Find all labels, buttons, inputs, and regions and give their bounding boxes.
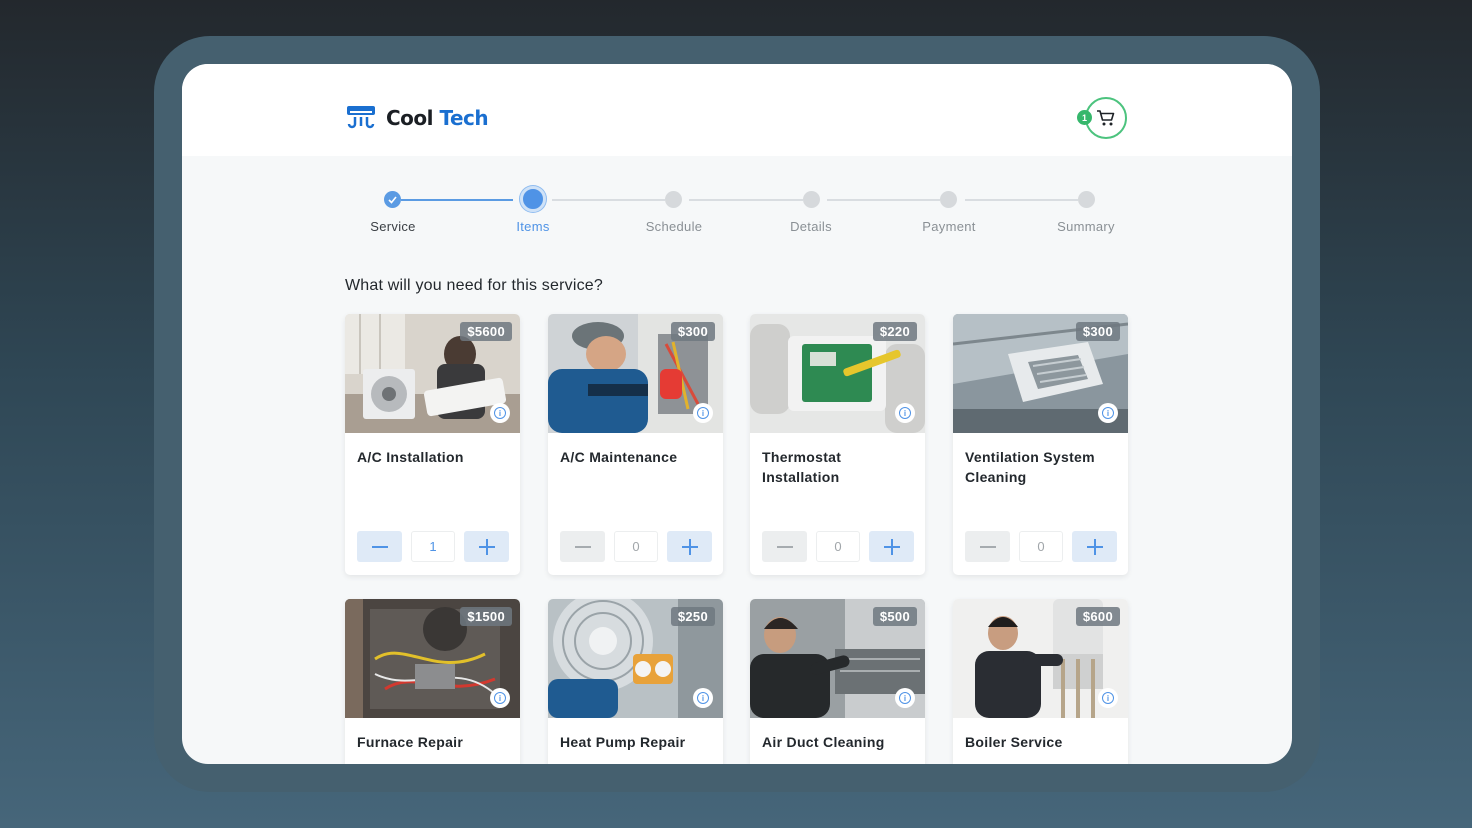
progress-stepper: Service Items Schedule Details Payment S… xyxy=(182,184,1292,244)
step-items-label[interactable]: Items xyxy=(473,219,593,234)
info-button[interactable]: i xyxy=(490,403,510,423)
quantity-value[interactable]: 0 xyxy=(816,531,860,562)
price-badge: $1500 xyxy=(460,607,512,626)
service-title: Ventilation System Cleaning xyxy=(965,449,1095,485)
service-title: Furnace Repair xyxy=(357,734,464,750)
quantity-stepper: 0 xyxy=(560,531,712,562)
decrease-button[interactable] xyxy=(357,531,402,562)
service-title: Thermostat Installation xyxy=(762,449,842,485)
cart-button[interactable]: 1 xyxy=(1077,97,1127,139)
minus-icon xyxy=(979,545,996,548)
info-button[interactable]: i xyxy=(1098,688,1118,708)
decrease-button[interactable] xyxy=(965,531,1010,562)
info-icon: i xyxy=(697,692,709,704)
step-payment-label[interactable]: Payment xyxy=(889,219,1009,234)
price-badge: $300 xyxy=(670,322,715,341)
service-card-ac-installation[interactable]: $5600 i A/C Installation 1 xyxy=(345,314,520,575)
ac-unit-icon xyxy=(347,106,375,129)
info-icon: i xyxy=(1102,407,1114,419)
check-icon xyxy=(388,195,397,204)
price-badge: $220 xyxy=(872,322,917,341)
app-screen: Cool Tech 1 Service Items Schedule Detai… xyxy=(182,64,1292,764)
step-schedule-dot[interactable] xyxy=(665,191,682,208)
info-icon: i xyxy=(899,407,911,419)
price-badge: $300 xyxy=(1075,322,1120,341)
brand-name: Cool Tech xyxy=(386,106,489,130)
cart-icon xyxy=(1097,110,1115,126)
increase-button[interactable] xyxy=(869,531,914,562)
step-summary-label[interactable]: Summary xyxy=(1026,219,1146,234)
service-card-furnace-repair[interactable]: $1500 i Furnace Repair xyxy=(345,599,520,764)
step-connector xyxy=(401,199,513,201)
quantity-stepper: 0 xyxy=(762,531,914,562)
increase-button[interactable] xyxy=(667,531,712,562)
price-badge: $250 xyxy=(670,607,715,626)
service-title: A/C Maintenance xyxy=(560,449,678,465)
step-payment-dot[interactable] xyxy=(940,191,957,208)
step-connector xyxy=(965,199,1078,201)
plus-icon xyxy=(681,538,698,555)
cart-count-badge: 1 xyxy=(1077,110,1092,125)
increase-button[interactable] xyxy=(1072,531,1117,562)
step-details-label[interactable]: Details xyxy=(751,219,871,234)
service-card-heat-pump-repair[interactable]: $250 i Heat Pump Repair xyxy=(548,599,723,764)
info-button[interactable]: i xyxy=(693,403,713,423)
service-title: Boiler Service xyxy=(965,734,1063,750)
step-details-dot[interactable] xyxy=(803,191,820,208)
step-service-label[interactable]: Service xyxy=(333,219,453,234)
section-question: What will you need for this service? xyxy=(345,277,603,294)
step-service-dot[interactable] xyxy=(384,191,401,208)
quantity-value[interactable]: 1 xyxy=(411,531,455,562)
minus-icon xyxy=(574,545,591,548)
service-card-boiler-service[interactable]: $600 i Boiler Service xyxy=(953,599,1128,764)
brand-name-part2: Tech xyxy=(439,106,489,130)
info-button[interactable]: i xyxy=(693,688,713,708)
info-icon: i xyxy=(1102,692,1114,704)
minus-icon xyxy=(371,545,388,548)
increase-button[interactable] xyxy=(464,531,509,562)
step-summary-dot[interactable] xyxy=(1078,191,1095,208)
plus-icon xyxy=(883,538,900,555)
price-badge: $500 xyxy=(872,607,917,626)
decrease-button[interactable] xyxy=(762,531,807,562)
service-title: Air Duct Cleaning xyxy=(762,734,885,750)
quantity-value[interactable]: 0 xyxy=(1019,531,1063,562)
quantity-stepper: 1 xyxy=(357,531,509,562)
info-button[interactable]: i xyxy=(895,403,915,423)
price-badge: $5600 xyxy=(460,322,512,341)
step-schedule-label[interactable]: Schedule xyxy=(614,219,734,234)
service-card-thermostat-installation[interactable]: $220 i Thermostat Installation 0 xyxy=(750,314,925,575)
step-items-dot[interactable] xyxy=(520,186,546,212)
service-title: Heat Pump Repair xyxy=(560,734,686,750)
service-card-air-duct-cleaning[interactable]: $500 i Air Duct Cleaning xyxy=(750,599,925,764)
step-connector xyxy=(827,199,940,201)
info-button[interactable]: i xyxy=(895,688,915,708)
quantity-value[interactable]: 0 xyxy=(614,531,658,562)
step-connector xyxy=(552,199,665,201)
service-card-ac-maintenance[interactable]: $300 i A/C Maintenance 0 xyxy=(548,314,723,575)
quantity-stepper: 0 xyxy=(965,531,1117,562)
plus-icon xyxy=(1086,538,1103,555)
header: Cool Tech 1 xyxy=(182,64,1292,156)
minus-icon xyxy=(776,545,793,548)
plus-icon xyxy=(478,538,495,555)
info-icon: i xyxy=(899,692,911,704)
price-badge: $600 xyxy=(1075,607,1120,626)
info-icon: i xyxy=(494,407,506,419)
logo[interactable]: Cool Tech xyxy=(346,104,489,132)
info-icon: i xyxy=(494,692,506,704)
info-button[interactable]: i xyxy=(1098,403,1118,423)
brand-name-part1: Cool xyxy=(386,106,434,130)
step-connector xyxy=(689,199,803,201)
decrease-button[interactable] xyxy=(560,531,605,562)
service-title: A/C Installation xyxy=(357,449,464,465)
info-icon: i xyxy=(697,407,709,419)
info-button[interactable]: i xyxy=(490,688,510,708)
service-card-ventilation-cleaning[interactable]: $300 i Ventilation System Cleaning 0 xyxy=(953,314,1128,575)
